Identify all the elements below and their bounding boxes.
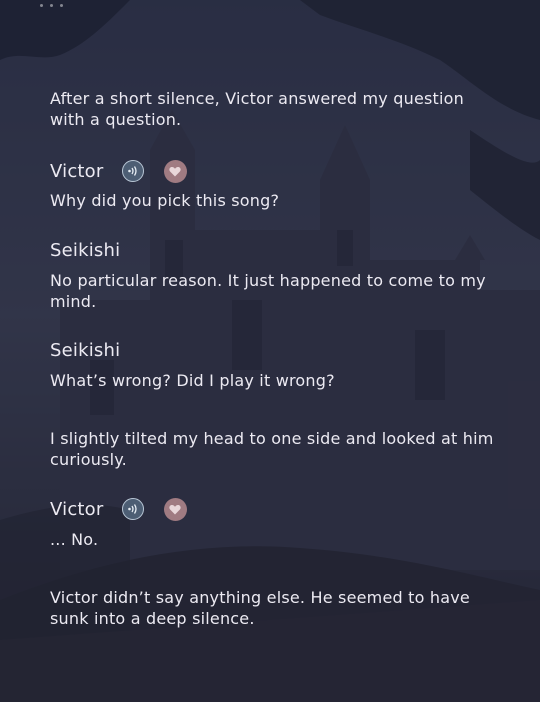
narration-text: I slightly tilted my head to one side an…: [50, 429, 494, 469]
speaker-name: Victor: [50, 160, 104, 182]
dialogue-header: Victor: [50, 495, 498, 523]
like-button[interactable]: [163, 497, 187, 521]
dialogue-header: Seikishi: [50, 236, 498, 264]
dialogue-line: Why did you pick this song?: [50, 191, 280, 210]
speaker-name: Victor: [50, 498, 104, 520]
voice-play-button[interactable]: [121, 498, 144, 520]
speaker-name: Seikishi: [50, 239, 121, 261]
story-log: After a short silence, Victor answered m…: [50, 88, 498, 629]
dialogue-header: Seikishi: [50, 336, 498, 364]
voice-play-icon: [127, 504, 137, 514]
menu-dots-icon[interactable]: [40, 4, 63, 7]
heart-icon: [169, 166, 181, 176]
narration-text: After a short silence, Victor answered m…: [50, 89, 464, 129]
voice-play-icon: [127, 166, 137, 176]
narration-text: Victor didn’t say anything else. He seem…: [50, 588, 470, 628]
speaker-name: Seikishi: [50, 339, 121, 361]
dialogue-line: No particular reason. It just happened t…: [50, 271, 486, 311]
dialogue-line: ... No.: [50, 530, 99, 549]
voice-play-button[interactable]: [121, 160, 144, 182]
like-button[interactable]: [163, 159, 187, 183]
heart-icon: [169, 504, 181, 514]
dialogue-header: Victor: [50, 157, 498, 185]
dialogue-line: What’s wrong? Did I play it wrong?: [50, 371, 335, 390]
